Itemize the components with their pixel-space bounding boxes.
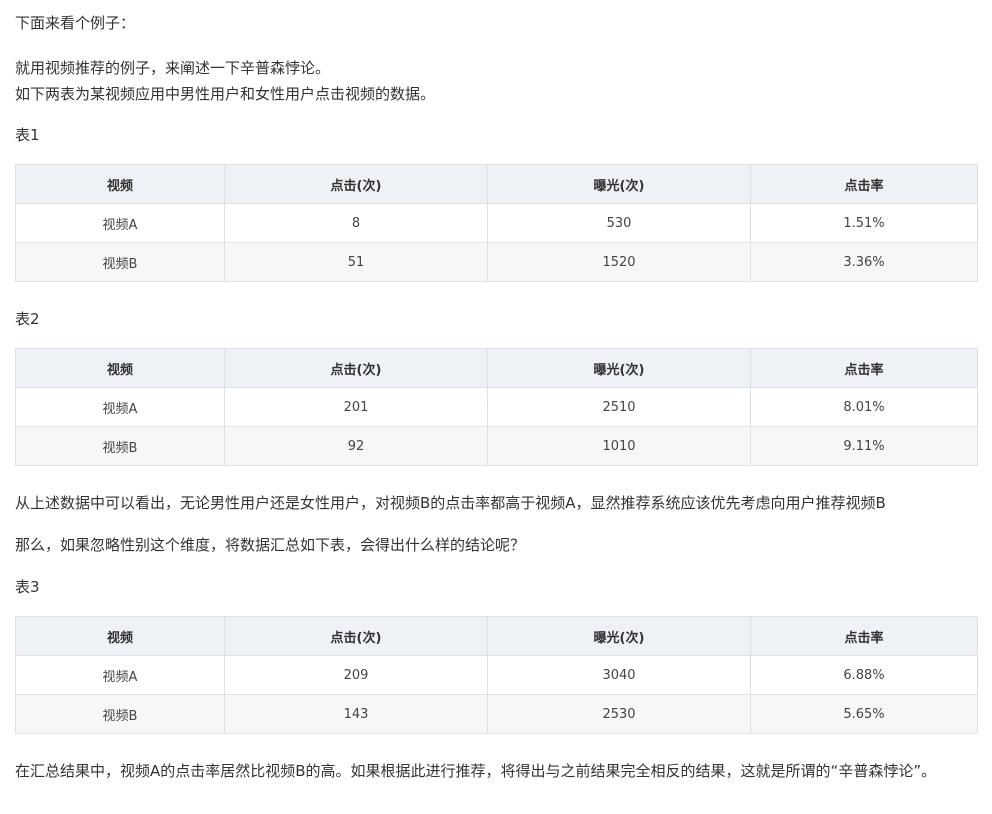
cell-clicks: 209 [224,655,488,695]
table-row: 视频B 92 1010 9.11% [15,426,978,466]
header-impressions: 曝光(次) [487,348,751,388]
table-row: 视频A 8 530 1.51% [15,203,978,243]
cell-ctr: 5.65% [750,694,978,734]
header-clicks: 点击(次) [224,164,488,204]
conclusion-text: 在汇总结果中，视频A的点击率居然比视频B的高。如果根据此进行推荐，将得出与之前结… [15,762,937,780]
cell-video: 视频B [15,426,225,466]
observation-text: 从上述数据中可以看出，无论男性用户还是女性用户，对视频B的点击率都高于视频A，显… [15,494,886,512]
cell-impressions: 3040 [487,655,751,695]
header-impressions: 曝光(次) [487,164,751,204]
table-row: 视频A 209 3040 6.88% [15,655,978,695]
paragraph-line-1: 就用视频推荐的例子，来阐述一下辛普森悖论。 [15,59,331,77]
cell-impressions: 530 [487,203,751,243]
header-ctr: 点击率 [750,164,978,204]
header-clicks: 点击(次) [224,616,488,656]
table-2: 视频 点击(次) 曝光(次) 点击率 视频A 201 2510 8.01% 视频… [15,348,978,466]
cell-video: 视频A [15,655,225,695]
paragraph-line-2: 如下两表为某视频应用中男性用户和女性用户点击视频的数据。 [15,85,436,103]
cell-impressions: 1520 [487,242,751,282]
cell-video: 视频A [15,387,225,427]
header-video: 视频 [15,348,225,388]
cell-impressions: 1010 [487,426,751,466]
table-2-caption: 表2 [15,310,40,328]
header-ctr: 点击率 [750,616,978,656]
cell-impressions: 2530 [487,694,751,734]
cell-ctr: 9.11% [750,426,978,466]
cell-impressions: 2510 [487,387,751,427]
article-content: 下面来看个例子： 就用视频推荐的例子，来阐述一下辛普森悖论。 如下两表为某视频应… [0,0,992,814]
table-row: 视频B 143 2530 5.65% [15,694,978,734]
table-row: 视频B 51 1520 3.36% [15,242,978,282]
cell-video: 视频B [15,242,225,282]
header-video: 视频 [15,616,225,656]
question-text: 那么，如果忽略性别这个维度，将数据汇总如下表，会得出什么样的结论呢？ [15,536,526,554]
intro-text: 下面来看个例子： [15,14,136,32]
cell-clicks: 8 [224,203,488,243]
cell-clicks: 143 [224,694,488,734]
table-header-row: 视频 点击(次) 曝光(次) 点击率 [15,348,978,388]
cell-clicks: 92 [224,426,488,466]
table-header-row: 视频 点击(次) 曝光(次) 点击率 [15,164,978,204]
table-header-row: 视频 点击(次) 曝光(次) 点击率 [15,616,978,656]
cell-video: 视频B [15,694,225,734]
table-1: 视频 点击(次) 曝光(次) 点击率 视频A 8 530 1.51% 视频B 5… [15,164,978,282]
header-clicks: 点击(次) [224,348,488,388]
cell-clicks: 201 [224,387,488,427]
header-video: 视频 [15,164,225,204]
header-ctr: 点击率 [750,348,978,388]
cell-ctr: 3.36% [750,242,978,282]
header-impressions: 曝光(次) [487,616,751,656]
table-3-caption: 表3 [15,578,40,596]
table-3: 视频 点击(次) 曝光(次) 点击率 视频A 209 3040 6.88% 视频… [15,616,978,734]
cell-ctr: 1.51% [750,203,978,243]
table-row: 视频A 201 2510 8.01% [15,387,978,427]
cell-ctr: 8.01% [750,387,978,427]
cell-video: 视频A [15,203,225,243]
table-1-caption: 表1 [15,126,40,144]
cell-ctr: 6.88% [750,655,978,695]
cell-clicks: 51 [224,242,488,282]
